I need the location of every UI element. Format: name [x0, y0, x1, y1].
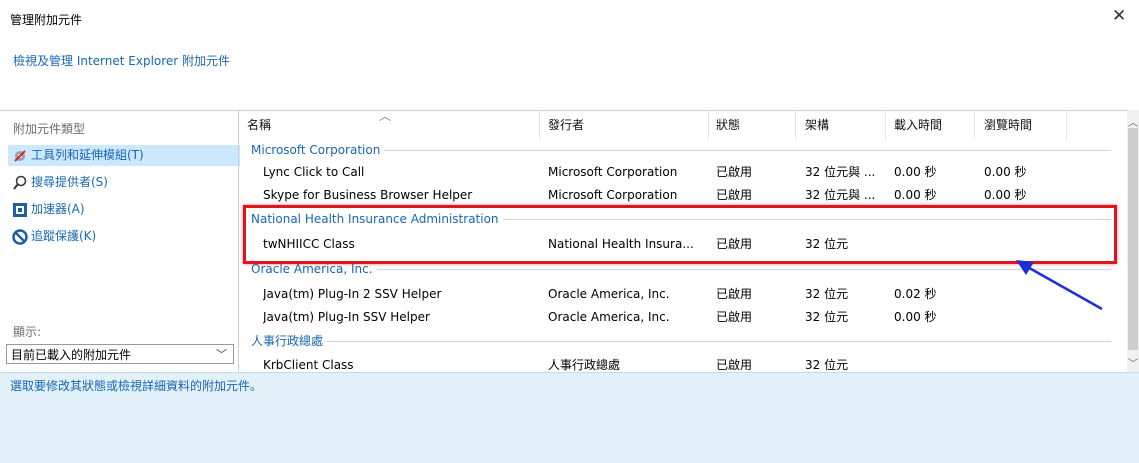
table-row[interactable]: Java(tm) Plug-In 2 SSV Helper Oracle Ame…	[239, 283, 1128, 305]
cell-load-time: 0.00 秒	[894, 310, 937, 324]
cell-publisher: Microsoft Corporation	[548, 188, 678, 202]
cell-name: Lync Click to Call	[263, 165, 365, 179]
cell-load-time: 0.00 秒	[894, 188, 937, 202]
cell-architecture: 32 位元	[805, 358, 849, 372]
table-row[interactable]: KrbClient Class 人事行政總處 已啟用 32 位元	[239, 354, 1128, 373]
cell-status: 已啟用	[716, 188, 753, 202]
show-select[interactable]: 目前已載入的附加元件 ﹀	[6, 344, 234, 364]
gear-icon	[12, 148, 28, 164]
column-header-status[interactable]: 狀態	[716, 111, 740, 139]
type-item-label: 加速器(A)	[31, 202, 85, 216]
cell-name: Java(tm) Plug-In SSV Helper	[263, 310, 430, 324]
column-header-name[interactable]: 名稱	[247, 111, 271, 139]
type-item-tracking[interactable]: 追蹤保護(K)	[8, 226, 240, 247]
column-header-load-time[interactable]: 載入時間	[894, 111, 942, 139]
cell-name: Skype for Business Browser Helper	[263, 188, 473, 202]
column-header-architecture[interactable]: 架構	[805, 111, 829, 139]
close-icon[interactable]: ✕	[1112, 6, 1126, 26]
chevron-down-icon: ﹀	[216, 348, 227, 361]
cell-architecture: 32 位元	[805, 310, 849, 324]
group-name: 人事行政總處	[251, 334, 324, 348]
type-item-accelerators[interactable]: 加速器(A)	[8, 199, 240, 220]
block-icon	[12, 228, 28, 245]
type-item-label: 工具列和延伸模組(T)	[31, 148, 144, 162]
cell-status: 已啟用	[716, 165, 753, 179]
scroll-down-icon[interactable]: ﹀	[1128, 355, 1138, 370]
cell-publisher: 人事行政總處	[548, 358, 621, 372]
cell-architecture: 32 位元與 ...	[805, 188, 876, 202]
show-label: 顯示:	[13, 325, 42, 339]
accelerator-icon	[12, 202, 28, 218]
type-item-label: 搜尋提供者(S)	[31, 175, 108, 189]
cell-name: Java(tm) Plug-In 2 SSV Helper	[263, 287, 442, 301]
cell-architecture: 32 位元	[805, 287, 849, 301]
table-row[interactable]: Java(tm) Plug-In SSV Helper Oracle Ameri…	[239, 306, 1128, 328]
cell-publisher: Oracle America, Inc.	[548, 310, 670, 324]
cell-architecture: 32 位元與 ...	[805, 165, 876, 179]
cell-publisher: Oracle America, Inc.	[548, 287, 670, 301]
show-select-value: 目前已載入的附加元件	[11, 348, 132, 362]
addon-types-label: 附加元件類型	[13, 122, 86, 136]
type-item-toolbars[interactable]: 工具列和延伸模組(T)	[8, 145, 240, 166]
group-header: 人事行政總處	[251, 331, 1111, 351]
cell-name: KrbClient Class	[263, 358, 354, 372]
cell-status: 已啟用	[716, 358, 753, 372]
details-hint: 選取要修改其狀態或檢視詳細資料的附加元件。	[10, 379, 263, 393]
column-header-publisher[interactable]: 發行者	[548, 111, 584, 139]
scrollbar-thumb[interactable]	[1128, 128, 1138, 350]
page-subtitle: 檢視及管理 Internet Explorer 附加元件	[13, 54, 231, 68]
cell-publisher: Microsoft Corporation	[548, 165, 678, 179]
cell-navigation-time: 0.00 秒	[984, 165, 1027, 179]
type-item-label: 追蹤保護(K)	[31, 229, 97, 243]
scroll-up-icon[interactable]: ︿	[1128, 114, 1138, 129]
cell-status: 已啟用	[716, 287, 753, 301]
table-row[interactable]: Lync Click to Call Microsoft Corporation…	[239, 161, 1128, 183]
highlight-box	[243, 205, 1117, 264]
cell-navigation-time: 0.00 秒	[984, 188, 1027, 202]
column-header-navigation-time[interactable]: 瀏覽時間	[984, 111, 1032, 139]
cell-status: 已啟用	[716, 310, 753, 324]
search-icon	[12, 175, 28, 191]
group-name: Microsoft Corporation	[251, 143, 381, 157]
cell-load-time: 0.02 秒	[894, 287, 937, 301]
sort-ascending-icon: ︿	[379, 110, 392, 123]
type-item-search[interactable]: 搜尋提供者(S)	[8, 172, 240, 193]
table-row[interactable]: Skype for Business Browser Helper Micros…	[239, 184, 1128, 206]
cell-load-time: 0.00 秒	[894, 165, 937, 179]
group-header: Microsoft Corporation	[251, 140, 1111, 160]
window-title: 管理附加元件	[10, 13, 83, 27]
annotation-arrow-icon	[1016, 260, 1103, 311]
